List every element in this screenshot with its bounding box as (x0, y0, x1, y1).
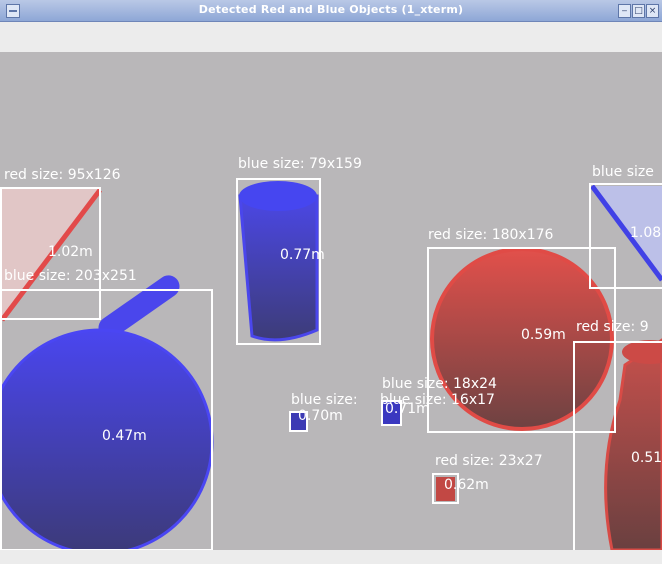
distance-red-cylinder: 0.51 (631, 450, 662, 466)
label-red-sphere: red size: 180x176 (428, 227, 554, 243)
distance-blue-small-1: 0.70m (298, 408, 343, 424)
toolbar-area (0, 22, 662, 53)
detection-view: red size: 95x126 1.02m blue size: 203x25… (0, 156, 662, 550)
minimize-icon[interactable]: ‒ (618, 4, 631, 18)
label-red-small: red size: 23x27 (435, 453, 543, 469)
distance-red-triangle: 1.02m (48, 244, 93, 260)
status-bar (0, 550, 662, 564)
close-icon[interactable]: × (646, 4, 659, 18)
distance-blue-cylinder: 0.77m (280, 247, 325, 263)
label-red-triangle: red size: 95x126 (4, 167, 121, 183)
distance-red-small: 0.62m (444, 477, 489, 493)
distance-blue-small-2: 0.71m (385, 401, 430, 417)
blue-sphere-object (0, 275, 214, 550)
title-bar[interactable]: Detected Red and Blue Objects (1_xterm) … (0, 0, 662, 22)
label-blue-small-1: blue size: (291, 392, 358, 408)
label-blue-triangle: blue size (592, 164, 654, 180)
window-title: Detected Red and Blue Objects (1_xterm) (198, 3, 464, 16)
label-red-cylinder: red size: 9 (576, 319, 649, 335)
distance-red-sphere: 0.59m (521, 327, 566, 343)
distance-blue-sphere: 0.47m (102, 428, 147, 444)
maximize-icon[interactable]: □ (632, 4, 645, 18)
image-canvas: red size: 95x126 1.02m blue size: 203x25… (0, 52, 662, 550)
label-blue-sphere: blue size: 203x251 (4, 268, 137, 284)
distance-blue-triangle: 1.08 (630, 225, 661, 241)
label-overlap: blue size: 18x24 (382, 376, 497, 392)
label-blue-cylinder: blue size: 79x159 (238, 156, 362, 172)
